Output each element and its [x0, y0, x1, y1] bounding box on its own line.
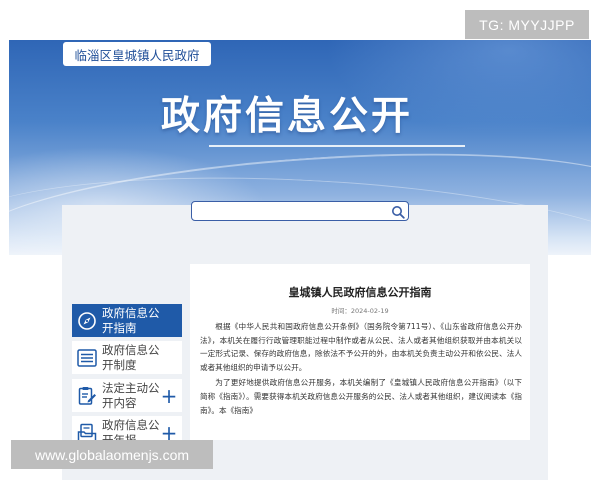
site-name-tag[interactable]: 临淄区皇城镇人民政府 — [63, 42, 211, 66]
search-icon[interactable] — [391, 204, 405, 219]
article-paragraph: 根据《中华人民共和国政府信息公开条例》（国务院令第711号）、《山东省政府信息公… — [200, 322, 522, 372]
search-input[interactable] — [192, 203, 391, 219]
compass-icon — [72, 304, 102, 337]
list-icon — [72, 341, 102, 374]
sidebar-item-label: 法定主动公开内容 — [102, 380, 160, 410]
article-title: 皇城镇人民政府信息公开指南 — [288, 286, 432, 299]
article-body: 根据《中华人民共和国政府信息公开条例》（国务院令第711号）、《山东省政府信息公… — [200, 320, 522, 419]
sidebar-item-label: 政府信息公开制度 — [102, 342, 160, 372]
expand-plus-icon[interactable]: + — [160, 386, 178, 406]
search-box[interactable] — [191, 201, 409, 221]
article-date: 时间：2024-02-19 — [331, 307, 389, 315]
article-panel: 皇城镇人民政府信息公开指南 时间：2024-02-19 根据《中华人民共和国政府… — [190, 264, 530, 440]
title-underline — [209, 145, 465, 147]
clipboard-edit-icon — [72, 379, 102, 412]
sidebar-item-system[interactable]: 政府信息公开制度 — [72, 341, 182, 374]
sidebar-item-guide[interactable]: 政府信息公开指南 — [72, 304, 182, 337]
sidebar-item-label: 政府信息公开指南 — [102, 305, 160, 335]
sidebar-item-mandatory[interactable]: 法定主动公开内容 + — [72, 379, 182, 412]
article-paragraph: 为了更好地提供政府信息公开服务，本机关编制了《皇城镇人民政府信息公开指南》（以下… — [200, 378, 522, 415]
watermark-bottom: www.globalaomenjs.com — [11, 440, 213, 469]
watermark-top: TG: MYYJJPP — [465, 10, 589, 39]
page-title: 政府信息公开 — [161, 94, 414, 139]
